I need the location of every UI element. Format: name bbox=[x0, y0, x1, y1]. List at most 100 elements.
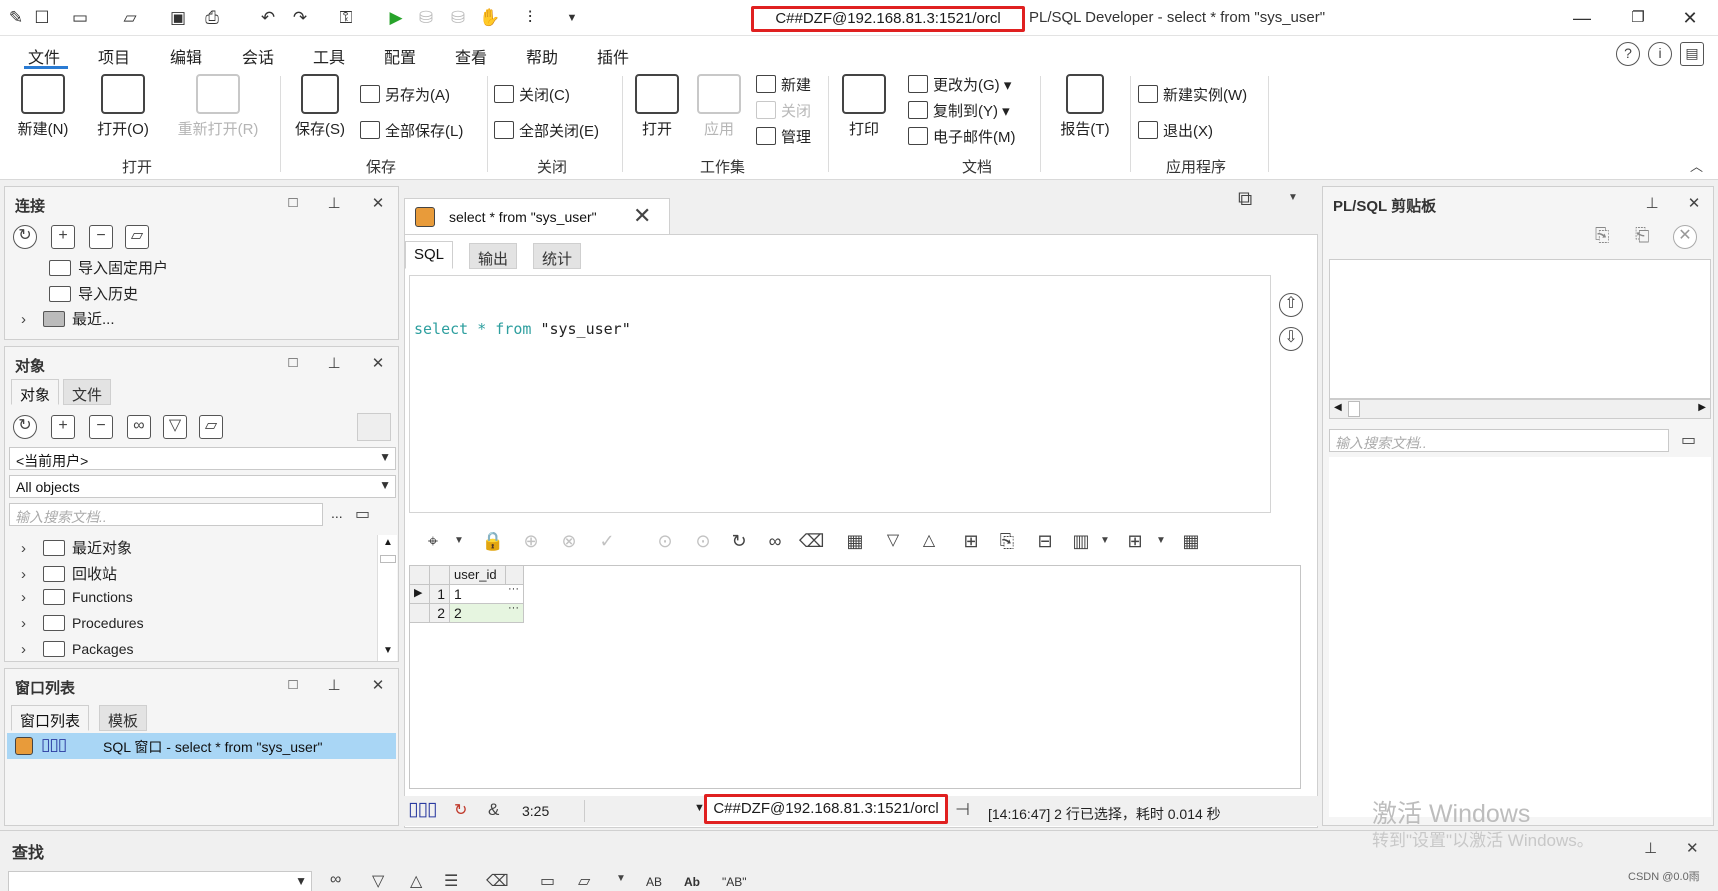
folder-icon[interactable]: ▱ bbox=[578, 871, 590, 891]
refresh-icon[interactable]: ↻ bbox=[727, 529, 751, 553]
status-connection[interactable]: C##DZF@192.168.81.3:1521/orcl bbox=[704, 794, 948, 824]
clear-icon[interactable]: ⌫ bbox=[799, 529, 824, 553]
execute-icon[interactable]: ▶ bbox=[384, 6, 408, 30]
settings-icon[interactable]: ⫶ bbox=[518, 6, 542, 30]
pin-icon[interactable]: ⊣ bbox=[955, 800, 970, 820]
filter-icon[interactable]: ▽ bbox=[372, 871, 384, 891]
find-binoculars-icon[interactable]: ∞ bbox=[127, 415, 151, 439]
ribbon-ws-apply-button[interactable]: 应用 bbox=[692, 74, 746, 139]
tree-item[interactable]: 导入历史 bbox=[49, 283, 138, 304]
tab-window-list[interactable]: 窗口列表 bbox=[11, 705, 90, 731]
search-options-icon[interactable]: ▭ bbox=[355, 504, 370, 524]
ribbon-close-all-button[interactable]: 全部关闭(E) bbox=[494, 120, 599, 141]
scroll-right-icon[interactable]: ▶ bbox=[1698, 402, 1706, 413]
ribbon-print-button[interactable]: 打印 bbox=[836, 74, 892, 139]
scroll-thumb[interactable] bbox=[380, 555, 396, 563]
panel-close-icon[interactable]: ✕ bbox=[369, 676, 387, 694]
ribbon-new-instance-button[interactable]: 新建实例(W) bbox=[1138, 84, 1247, 105]
dropdown-icon[interactable]: ▼ bbox=[447, 529, 471, 553]
minimize-button[interactable]: — bbox=[1562, 4, 1602, 32]
rollback-icon[interactable]: ⛁ bbox=[446, 6, 470, 30]
pin-grid-icon[interactable]: ⌖ bbox=[421, 529, 445, 553]
document-tab[interactable]: select * from "sys_user" ✕ bbox=[404, 198, 670, 234]
substitution-icon[interactable]: & bbox=[488, 800, 499, 820]
tree-item[interactable]: › Functions bbox=[21, 589, 133, 606]
search-options-icon[interactable]: ▭ bbox=[1681, 430, 1696, 450]
tab-statistics[interactable]: 统计 bbox=[533, 243, 582, 269]
ribbon-new-button[interactable]: 新建(N) bbox=[10, 74, 76, 139]
menu-file[interactable]: 文件 bbox=[28, 44, 60, 68]
folder-icon[interactable]: ▱ bbox=[199, 415, 223, 439]
sql-editor[interactable]: select * from "sys_user" bbox=[409, 275, 1271, 513]
panel-close-icon[interactable]: ✕ bbox=[369, 354, 387, 372]
menu-plugins[interactable]: 插件 bbox=[597, 44, 629, 68]
single-record-icon[interactable]: ⊟ bbox=[1033, 529, 1057, 553]
ribbon-save-button[interactable]: 保存(S) bbox=[290, 74, 350, 139]
more-options-icon[interactable]: ... bbox=[331, 505, 343, 521]
clipboard-list[interactable] bbox=[1329, 259, 1711, 399]
object-type-select[interactable]: All objects ▼ bbox=[9, 475, 396, 498]
panel-close-icon[interactable]: ✕ bbox=[1686, 839, 1699, 857]
open-folder-icon[interactable]: ▱ bbox=[118, 6, 142, 30]
tab-output[interactable]: 输出 bbox=[469, 243, 518, 269]
new-window-icon[interactable]: ▭ bbox=[68, 6, 92, 30]
eraser-icon[interactable]: ⌫ bbox=[486, 871, 509, 891]
clear-clipboard-icon[interactable]: ✕ bbox=[1673, 225, 1697, 249]
redo-icon[interactable]: ↷ bbox=[288, 6, 312, 30]
panel-pin-icon[interactable]: ⊥ bbox=[1644, 839, 1657, 857]
window-list-item[interactable]: ▯▯▯ SQL 窗口 - select * from "sys_user" bbox=[7, 733, 396, 759]
lock-icon[interactable]: 🔒 bbox=[481, 529, 505, 553]
menu-config[interactable]: 配置 bbox=[384, 44, 416, 68]
restore-button[interactable]: ❐ bbox=[1618, 4, 1658, 32]
new-icon[interactable]: ☐ bbox=[30, 6, 54, 30]
ribbon-ws-manage-button[interactable]: 管理 bbox=[756, 126, 811, 147]
tree-item[interactable]: › Packages bbox=[21, 641, 133, 658]
panel-pin-icon[interactable]: ⊥ bbox=[325, 354, 343, 372]
cell-ellipsis-icon[interactable]: ··· bbox=[508, 602, 519, 614]
print-icon[interactable]: ⎙ bbox=[200, 6, 224, 30]
key-icon[interactable]: ⚿ bbox=[334, 6, 358, 30]
filter-icon[interactable]: ▽ bbox=[163, 415, 187, 439]
chart-icon[interactable]: ▥ bbox=[1069, 529, 1093, 553]
add-icon[interactable]: + bbox=[51, 415, 75, 439]
find-binoculars-icon[interactable]: ∞ bbox=[330, 871, 341, 889]
user-select[interactable]: <当前用户> ▼ bbox=[9, 447, 396, 470]
tree-scrollbar[interactable]: ▲ ▼ bbox=[377, 535, 397, 661]
search-up-icon[interactable]: △ bbox=[410, 871, 422, 891]
match-case-button[interactable]: AB bbox=[646, 875, 662, 889]
result-grid[interactable]: user_id ▶ 1 1 ··· 2 2 ··· bbox=[409, 565, 1301, 789]
clipboard-hscrollbar[interactable]: ◀ ▶ bbox=[1329, 399, 1711, 419]
panel-maximize-icon[interactable]: □ bbox=[284, 194, 302, 211]
doc-icon[interactable]: ▤ bbox=[1680, 42, 1704, 66]
tab-sql[interactable]: SQL bbox=[405, 241, 454, 269]
save-icon[interactable]: ▣ bbox=[166, 6, 190, 30]
object-search-input[interactable]: 输入搜索文档.. bbox=[9, 503, 323, 526]
refresh-icon[interactable]: ↻ bbox=[13, 415, 37, 439]
arrow-down-circle-icon[interactable]: ⇩ bbox=[1279, 327, 1303, 351]
ribbon-ws-open-button[interactable]: 打开 bbox=[630, 74, 684, 139]
close-window-button[interactable]: ✕ bbox=[1670, 4, 1710, 32]
last-page-icon[interactable]: ⊙ bbox=[691, 529, 715, 553]
layout-icon[interactable]: ⊞ bbox=[1123, 529, 1147, 553]
clipboard-search-input[interactable]: 输入搜索文档.. bbox=[1329, 429, 1669, 452]
ribbon-save-as-button[interactable]: 另存为(A) bbox=[360, 84, 450, 105]
menu-view[interactable]: 查看 bbox=[455, 44, 487, 68]
tree-view-icon[interactable]: ⊞ bbox=[959, 529, 983, 553]
tree-item[interactable]: › 回收站 bbox=[21, 563, 117, 584]
find-input[interactable]: ▼ bbox=[8, 871, 312, 891]
ribbon-reopen-button[interactable]: 重新打开(R) bbox=[168, 74, 268, 139]
refresh-icon[interactable]: ↻ bbox=[13, 225, 37, 249]
window-icon[interactable]: ▭ bbox=[540, 871, 555, 891]
tab-menu-icon[interactable]: ▼ bbox=[1288, 192, 1298, 203]
panel-close-icon[interactable]: ✕ bbox=[369, 194, 387, 212]
menu-session[interactable]: 会话 bbox=[242, 44, 274, 68]
scroll-left-icon[interactable]: ◀ bbox=[1334, 402, 1342, 413]
column-header[interactable]: user_id bbox=[450, 566, 506, 585]
scroll-thumb[interactable] bbox=[1348, 401, 1360, 417]
scroll-down-icon[interactable]: ▼ bbox=[383, 645, 393, 656]
copy-grid-icon[interactable]: ⎘ bbox=[995, 529, 1019, 553]
panel-close-icon[interactable]: ✕ bbox=[1685, 194, 1703, 212]
panel-pin-icon[interactable]: ⊥ bbox=[1643, 194, 1661, 212]
post-record-icon[interactable]: ✓ bbox=[595, 529, 619, 553]
ribbon-exit-button[interactable]: 退出(X) bbox=[1138, 120, 1213, 141]
